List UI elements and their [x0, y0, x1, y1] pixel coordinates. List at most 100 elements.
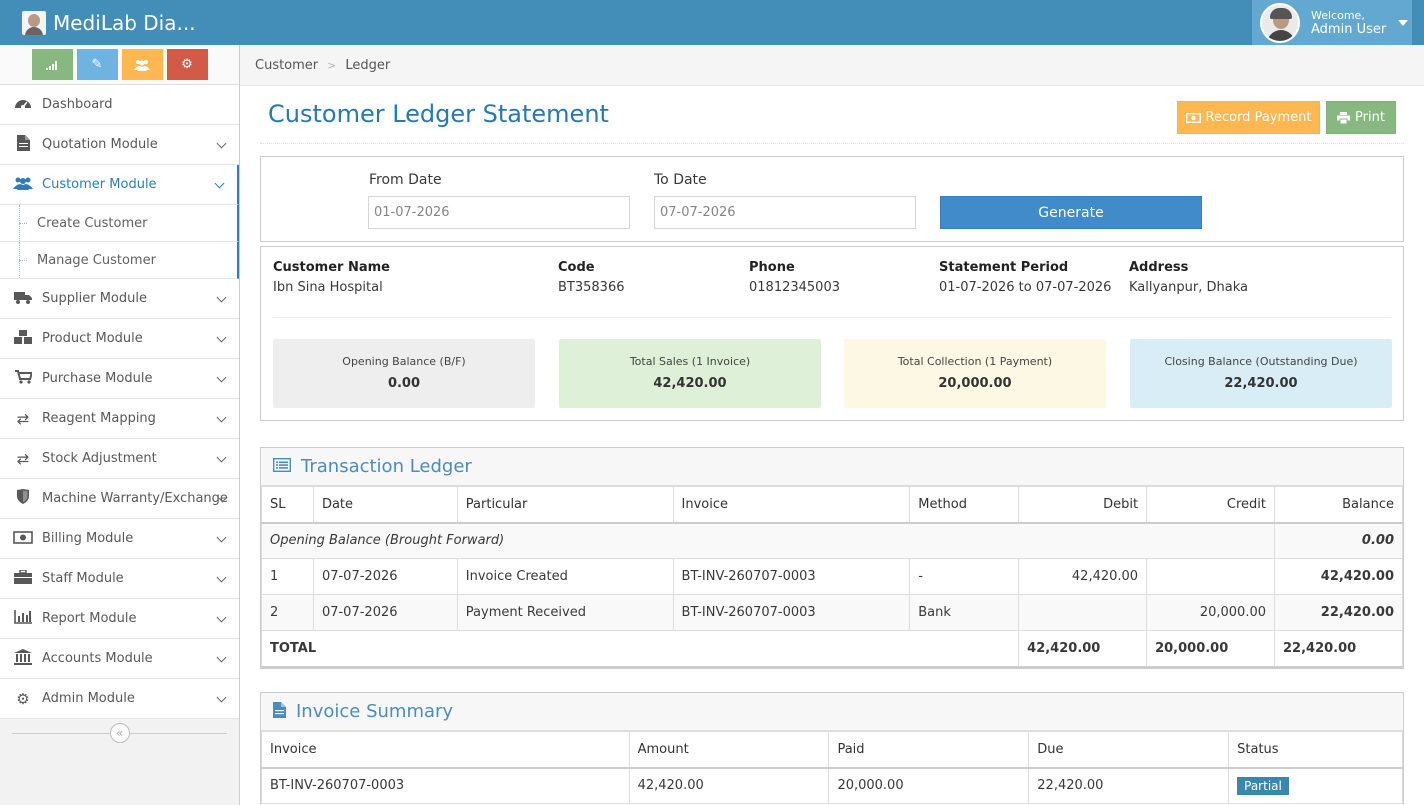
sidebar-item-billing[interactable]: Billing Module	[0, 519, 239, 559]
sidebar-item-accounts[interactable]: Accounts Module	[0, 639, 239, 679]
opening-balance-card: Opening Balance (B/F) 0.00	[273, 339, 535, 408]
cell-amount: 42,420.00	[628, 767, 830, 804]
stat-value: 20,000.00	[938, 376, 1012, 391]
cell-debit	[1018, 594, 1148, 631]
column-header: Invoice	[672, 486, 911, 524]
sidebar-item-machine-warranty[interactable]: Machine Warranty/Exchange	[0, 479, 239, 519]
sidebar-item-label: Customer Module	[42, 177, 157, 192]
sidebar-item-supplier[interactable]: Supplier Module	[0, 279, 239, 319]
from-date-label: From Date	[369, 172, 442, 188]
exchange-icon: ⇄	[16, 449, 30, 468]
sidebar-item-reagent-mapping[interactable]: ⇄ Reagent Mapping	[0, 399, 239, 439]
list-alt-icon	[272, 457, 292, 476]
submenu-manage-customer[interactable]: Manage Customer	[0, 242, 239, 279]
submenu-create-customer[interactable]: Create Customer	[0, 205, 239, 242]
phone-label: Phone	[749, 260, 795, 275]
customer-phone-block: Phone 01812345003	[749, 260, 840, 295]
page-title: Customer Ledger Statement	[268, 100, 609, 128]
sidebar-item-product[interactable]: Product Module	[0, 319, 239, 359]
double-chevron-left-icon[interactable]: «	[109, 723, 130, 743]
column-header: Invoice	[261, 731, 630, 769]
sidebar-item-customer[interactable]: Customer Module	[0, 165, 239, 205]
sidebar-item-quotation[interactable]: Quotation Module	[0, 125, 239, 165]
cogs-icon[interactable]: ⚙	[166, 49, 208, 80]
users-icon[interactable]	[121, 49, 163, 80]
opening-balance-value: 0.00	[1274, 522, 1403, 559]
sidebar-item-label: Quotation Module	[42, 137, 158, 152]
stat-value: 0.00	[387, 376, 421, 391]
signal-icon[interactable]	[31, 49, 73, 80]
cell-invoice: BT-INV-260707-0003	[672, 594, 911, 631]
cell-credit	[1146, 558, 1275, 595]
customer-name-block: Customer Name Ibn Sina Hospital	[273, 260, 390, 295]
total-row: TOTAL 42,420.00 20,000.00 22,420.00	[260, 630, 1403, 667]
sidebar-item-label: Product Module	[42, 331, 143, 346]
chevron-down-icon	[214, 178, 225, 189]
sidebar-item-label: Reagent Mapping	[42, 411, 156, 426]
chevron-down-icon	[216, 292, 227, 303]
widget-title: Transaction Ledger	[301, 456, 472, 477]
print-button[interactable]: Print	[1326, 101, 1396, 134]
customer-name-label: Customer Name	[273, 260, 390, 275]
stat-value: 42,420.00	[653, 376, 727, 391]
column-header: Debit	[1018, 486, 1148, 524]
cell-debit: 42,420.00	[1018, 558, 1148, 595]
column-header: Paid	[828, 731, 1030, 769]
sidebar-item-label: Billing Module	[42, 531, 134, 546]
sidebar-item-label: Supplier Module	[42, 291, 147, 306]
stat-label: Opening Balance (B/F)	[342, 355, 466, 368]
bank-icon	[0, 648, 42, 669]
stat-label: Total Sales (1 Invoice)	[629, 355, 751, 368]
bar-chart-icon	[0, 609, 42, 628]
chevron-down-icon	[216, 372, 227, 383]
exchange-icon: ⇄	[16, 409, 30, 428]
sidebar-item-dashboard[interactable]: Dashboard	[0, 85, 239, 125]
breadcrumb: Customer > Ledger	[240, 45, 1424, 86]
table-row: 1 07-07-2026 Invoice Created BT-INV-2607…	[261, 558, 1403, 595]
navbar: MediLab Dia... Welcome, Admin User	[0, 0, 1424, 45]
cell-sl: 1	[261, 558, 314, 595]
statement-period-label: Statement Period	[939, 260, 1069, 275]
print-label: Print	[1355, 110, 1385, 125]
column-header: Credit	[1146, 486, 1275, 524]
brand[interactable]: MediLab Dia...	[22, 0, 196, 45]
cell-invoice: BT-INV-260707-0003	[261, 767, 630, 804]
date-filter-form: From Date To Date Generate	[260, 156, 1404, 242]
sidebar-item-label: Report Module	[42, 611, 137, 626]
column-header: SL	[261, 486, 314, 524]
caret-down-icon	[1398, 19, 1409, 26]
brand-logo-icon	[22, 10, 46, 35]
user-name: Admin User	[1311, 21, 1387, 37]
breadcrumb-customer[interactable]: Customer	[255, 58, 318, 73]
generate-button[interactable]: Generate	[940, 196, 1202, 229]
truck-icon	[0, 290, 42, 308]
cell-balance: 42,420.00	[1274, 558, 1403, 595]
divider	[273, 317, 1391, 318]
user-menu[interactable]: Welcome, Admin User	[1252, 0, 1412, 45]
record-payment-button[interactable]: Record Payment	[1177, 101, 1320, 134]
total-sales-card: Total Sales (1 Invoice) 42,420.00	[559, 339, 821, 408]
sidebar-item-stock-adjustment[interactable]: ⇄ Stock Adjustment	[0, 439, 239, 479]
pencil-icon[interactable]: ✎	[76, 49, 118, 80]
customer-name-value: Ibn Sina Hospital	[273, 280, 383, 295]
sidebar-item-report[interactable]: Report Module	[0, 599, 239, 639]
cart-icon	[0, 369, 42, 388]
chevron-down-icon	[216, 138, 227, 149]
record-payment-label: Record Payment	[1205, 110, 1312, 125]
cog-icon: ⚙	[16, 689, 30, 708]
to-date-input[interactable]	[654, 196, 916, 229]
cell-date: 07-07-2026	[312, 558, 458, 595]
from-date-input[interactable]	[368, 196, 630, 229]
sidebar-item-purchase[interactable]: Purchase Module	[0, 359, 239, 399]
code-label: Code	[558, 260, 595, 275]
app-title: MediLab Dia...	[53, 10, 196, 35]
tachometer-icon	[0, 96, 42, 114]
sidebar-item-label: Dashboard	[42, 97, 113, 112]
sidebar-item-staff[interactable]: Staff Module	[0, 559, 239, 599]
briefcase-icon	[0, 568, 42, 588]
sidebar-item-admin[interactable]: ⚙ Admin Module	[0, 679, 239, 719]
invoice-summary-widget: Invoice Summary Invoice Amount Paid Due …	[260, 692, 1404, 805]
cell-date: 07-07-2026	[312, 594, 458, 631]
stat-value: 22,420.00	[1224, 376, 1298, 391]
opening-balance-label: Opening Balance (Brought Forward)	[261, 522, 1275, 559]
